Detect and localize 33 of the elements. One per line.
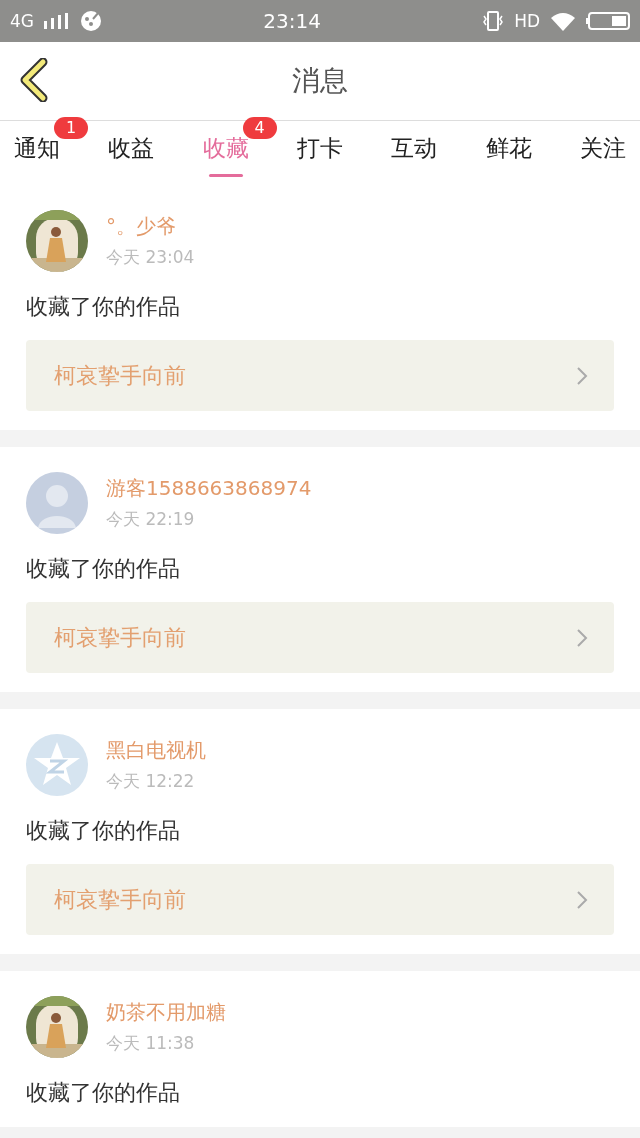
user-name: 奶茶不用加糖 <box>106 999 226 1026</box>
network-label: 4G <box>10 11 34 31</box>
avatar-icon <box>26 472 88 534</box>
tab[interactable]: 打卡 <box>295 121 345 185</box>
tab[interactable]: 收益 <box>106 121 157 185</box>
timestamp: 今天 12:22 <box>106 770 196 793</box>
chevron-icon <box>576 627 588 648</box>
wifi-icon <box>550 11 576 31</box>
battery-icon <box>586 12 630 30</box>
tab[interactable]: 鲜花 <box>483 121 534 185</box>
clock: 23:14 <box>262 9 322 33</box>
message-text: 收藏了你的作品 <box>26 817 181 845</box>
page-title: 消息 <box>292 64 348 97</box>
user-name: °。少爷 <box>106 213 177 240</box>
tab[interactable]: 互动 <box>389 121 440 185</box>
message-text: 收藏了你的作品 <box>26 1079 181 1107</box>
signal-icon <box>44 13 70 29</box>
message-text: 收藏了你的作品 <box>26 293 181 321</box>
palette-icon <box>80 10 102 32</box>
timestamp: 今天 11:38 <box>106 1032 196 1055</box>
hd-label: HD <box>514 11 540 31</box>
user-name: 黑白电视机 <box>106 737 206 764</box>
timestamp: 今天 23:04 <box>106 246 195 269</box>
user-name: 游客1588663868974 <box>106 475 312 502</box>
chevron-icon <box>576 889 588 910</box>
count-badge: 4 <box>242 117 277 139</box>
tab[interactable]: 关注 <box>577 121 628 185</box>
count-badge: 1 <box>54 117 88 139</box>
avatar-icon <box>26 734 88 796</box>
message-text: 收藏了你的作品 <box>26 555 181 583</box>
timestamp: 今天 22:19 <box>106 508 196 531</box>
chevron-icon <box>576 365 588 386</box>
vibrate-icon <box>482 11 505 31</box>
